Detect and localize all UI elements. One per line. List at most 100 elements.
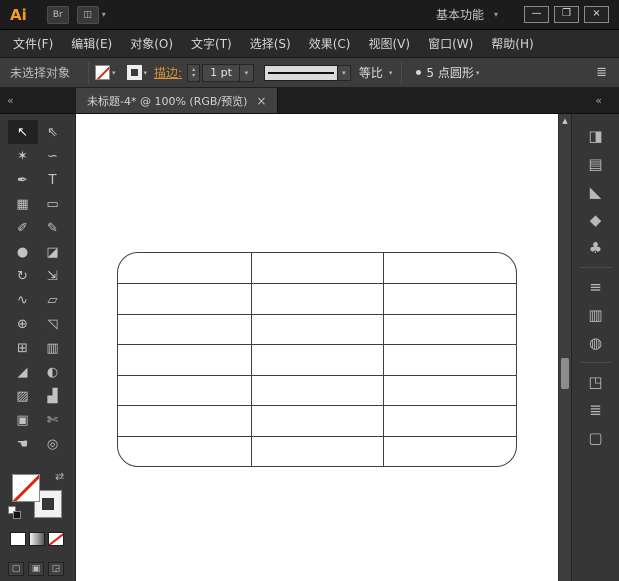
eyedropper-tool[interactable]: ◢ <box>8 360 38 384</box>
pencil-tool[interactable]: ✎ <box>38 216 68 240</box>
draw-inside-icon[interactable]: ◲ <box>48 562 64 576</box>
fill-swatch[interactable] <box>12 474 40 502</box>
collapse-dock-icon[interactable]: « <box>595 88 619 113</box>
eraser-tool[interactable]: ◪ <box>38 240 68 264</box>
free-transform-tool[interactable]: ▱ <box>38 288 68 312</box>
hand-tool[interactable]: ☚ <box>8 432 38 456</box>
workspace-label: 基本功能 <box>436 6 484 23</box>
brushes-panel-icon[interactable]: ◣ <box>572 178 619 206</box>
magic-wand-tool[interactable]: ✶ <box>8 144 38 168</box>
lasso-tool[interactable]: ∽ <box>38 144 68 168</box>
fill-dropdown-icon[interactable]: ▾ <box>112 69 116 77</box>
rotate-tool[interactable]: ↻ <box>8 264 38 288</box>
gradient-button[interactable] <box>29 532 45 546</box>
pen-tool[interactable]: ✒ <box>8 168 38 192</box>
tools-panel: ↖⇖✶∽✒T▦▭✐✎●◪↻⇲∿▱⊕◹⊞▥◢◐▨▟▣✄☚◎ ⇄ ▢▣◲ <box>0 114 76 581</box>
slice-tool[interactable]: ✄ <box>38 408 68 432</box>
stroke-dropdown-icon[interactable]: ▾ <box>144 69 148 77</box>
draw-behind-icon[interactable]: ▣ <box>28 562 44 576</box>
shape-builder-tool[interactable]: ⊕ <box>8 312 38 336</box>
collapse-toolbar-icon[interactable]: « <box>0 88 76 113</box>
artboard-tool[interactable]: ▣ <box>8 408 38 432</box>
default-stroke-mini <box>13 511 21 519</box>
table-row-line <box>118 344 516 345</box>
stroke-weight-stepper[interactable]: ▴ ▾ <box>187 64 200 82</box>
width-tool[interactable]: ∿ <box>8 288 38 312</box>
blob-brush-tool[interactable]: ● <box>8 240 38 264</box>
symbol-sprayer-tool[interactable]: ▨ <box>8 384 38 408</box>
bridge-icon[interactable]: Br <box>47 6 69 24</box>
scroll-up-icon[interactable]: ▲ <box>559 117 571 125</box>
brush-definition-label: 5 点圆形 <box>426 64 473 81</box>
menu-item[interactable]: 编辑(E) <box>62 30 121 57</box>
width-profile-preview[interactable] <box>264 65 338 81</box>
close-button[interactable]: × <box>584 6 609 23</box>
rectangle-tool[interactable]: ▭ <box>38 192 68 216</box>
stepper-down-icon[interactable]: ▾ <box>192 73 195 79</box>
arrange-documents-icon[interactable]: ◫ <box>77 6 99 24</box>
direct-selection-tool[interactable]: ⇖ <box>38 120 68 144</box>
menu-item[interactable]: 文件(F) <box>4 30 62 57</box>
appearance-panel-icon[interactable]: ◳ <box>572 368 619 396</box>
color-panel-icon[interactable]: ◨ <box>572 122 619 150</box>
selection-tool[interactable]: ↖ <box>8 120 38 144</box>
dock-divider <box>580 267 612 268</box>
graphic-styles-panel-icon[interactable]: ♣ <box>572 234 619 262</box>
menu-item[interactable]: 窗口(W) <box>419 30 482 57</box>
blend-tool[interactable]: ◐ <box>38 360 68 384</box>
tab-close-icon[interactable]: × <box>256 94 266 108</box>
vertical-scrollbar[interactable]: ▲ <box>558 114 571 581</box>
dock-divider <box>580 362 612 363</box>
draw-normal-icon[interactable]: ▢ <box>8 562 24 576</box>
symbols-panel-icon[interactable]: ◆ <box>572 206 619 234</box>
workspace-switcher[interactable]: 基本功能 ▾ <box>436 6 498 23</box>
stroke-weight-dropdown-icon[interactable]: ▾ <box>239 65 253 81</box>
canvas[interactable] <box>76 114 558 581</box>
arrange-documents-dropdown-icon[interactable]: ▾ <box>102 10 106 19</box>
document-tab[interactable]: 未标题-4* @ 100% (RGB/预览) × <box>76 88 278 113</box>
menu-item[interactable]: 帮助(H) <box>482 30 542 57</box>
menu-item[interactable]: 视图(V) <box>359 30 419 57</box>
menu-item[interactable]: 对象(O) <box>121 30 182 57</box>
color-button[interactable] <box>10 532 26 546</box>
stroke-weight-combo[interactable]: 1 pt ▾ <box>202 64 254 82</box>
profile-name-dropdown-icon[interactable]: ▾ <box>389 69 393 77</box>
gradient-tool[interactable]: ▥ <box>38 336 68 360</box>
perspective-grid-tool[interactable]: ◹ <box>38 312 68 336</box>
control-bar-menu-icon[interactable]: ≣ <box>596 65 607 80</box>
type-tool[interactable]: T <box>38 168 68 192</box>
paintbrush-tool[interactable]: ✐ <box>8 216 38 240</box>
separator <box>88 62 89 84</box>
mesh-tool[interactable]: ⊞ <box>8 336 38 360</box>
column-graph-tool[interactable]: ▟ <box>38 384 68 408</box>
fill-swatch-control[interactable] <box>95 65 110 80</box>
titlebar-right: 基本功能 ▾ — ❐ × <box>436 6 619 23</box>
artboards-panel-icon[interactable]: ▢ <box>572 424 619 452</box>
stroke-panel-link[interactable]: 描边: <box>154 64 182 81</box>
table-row-line <box>118 314 516 315</box>
width-profile-dropdown-icon[interactable]: ▾ <box>338 65 351 81</box>
scale-tool[interactable]: ⇲ <box>38 264 68 288</box>
menu-item[interactable]: 文字(T) <box>182 30 241 57</box>
swatches-panel-icon[interactable]: ▤ <box>572 150 619 178</box>
fill-mode-buttons <box>10 532 64 546</box>
stroke-swatch-control[interactable] <box>127 65 142 80</box>
zoom-tool[interactable]: ◎ <box>38 432 68 456</box>
stroke-weight-value: 1 pt <box>203 66 239 79</box>
none-button[interactable] <box>48 532 64 546</box>
scrollbar-thumb[interactable] <box>561 358 569 389</box>
stroke-panel-icon[interactable]: ≡ <box>572 273 619 301</box>
layers-panel-icon[interactable]: ≣ <box>572 396 619 424</box>
line-segment-tool[interactable]: ▦ <box>8 192 38 216</box>
gradient-panel-icon[interactable]: ▥ <box>572 301 619 329</box>
tool-grid: ↖⇖✶∽✒T▦▭✐✎●◪↻⇲∿▱⊕◹⊞▥◢◐▨▟▣✄☚◎ <box>0 114 75 456</box>
menu-item[interactable]: 选择(S) <box>241 30 300 57</box>
minimize-button[interactable]: — <box>524 6 549 23</box>
swap-fill-stroke-icon[interactable]: ⇄ <box>55 470 64 483</box>
menu-item[interactable]: 效果(C) <box>300 30 360 57</box>
transparency-panel-icon[interactable]: ◍ <box>572 329 619 357</box>
brush-dropdown-icon[interactable]: ▾ <box>476 69 480 77</box>
table-shape[interactable] <box>117 252 517 467</box>
restore-button[interactable]: ❐ <box>554 6 579 23</box>
default-fill-stroke-icon[interactable] <box>8 506 21 519</box>
